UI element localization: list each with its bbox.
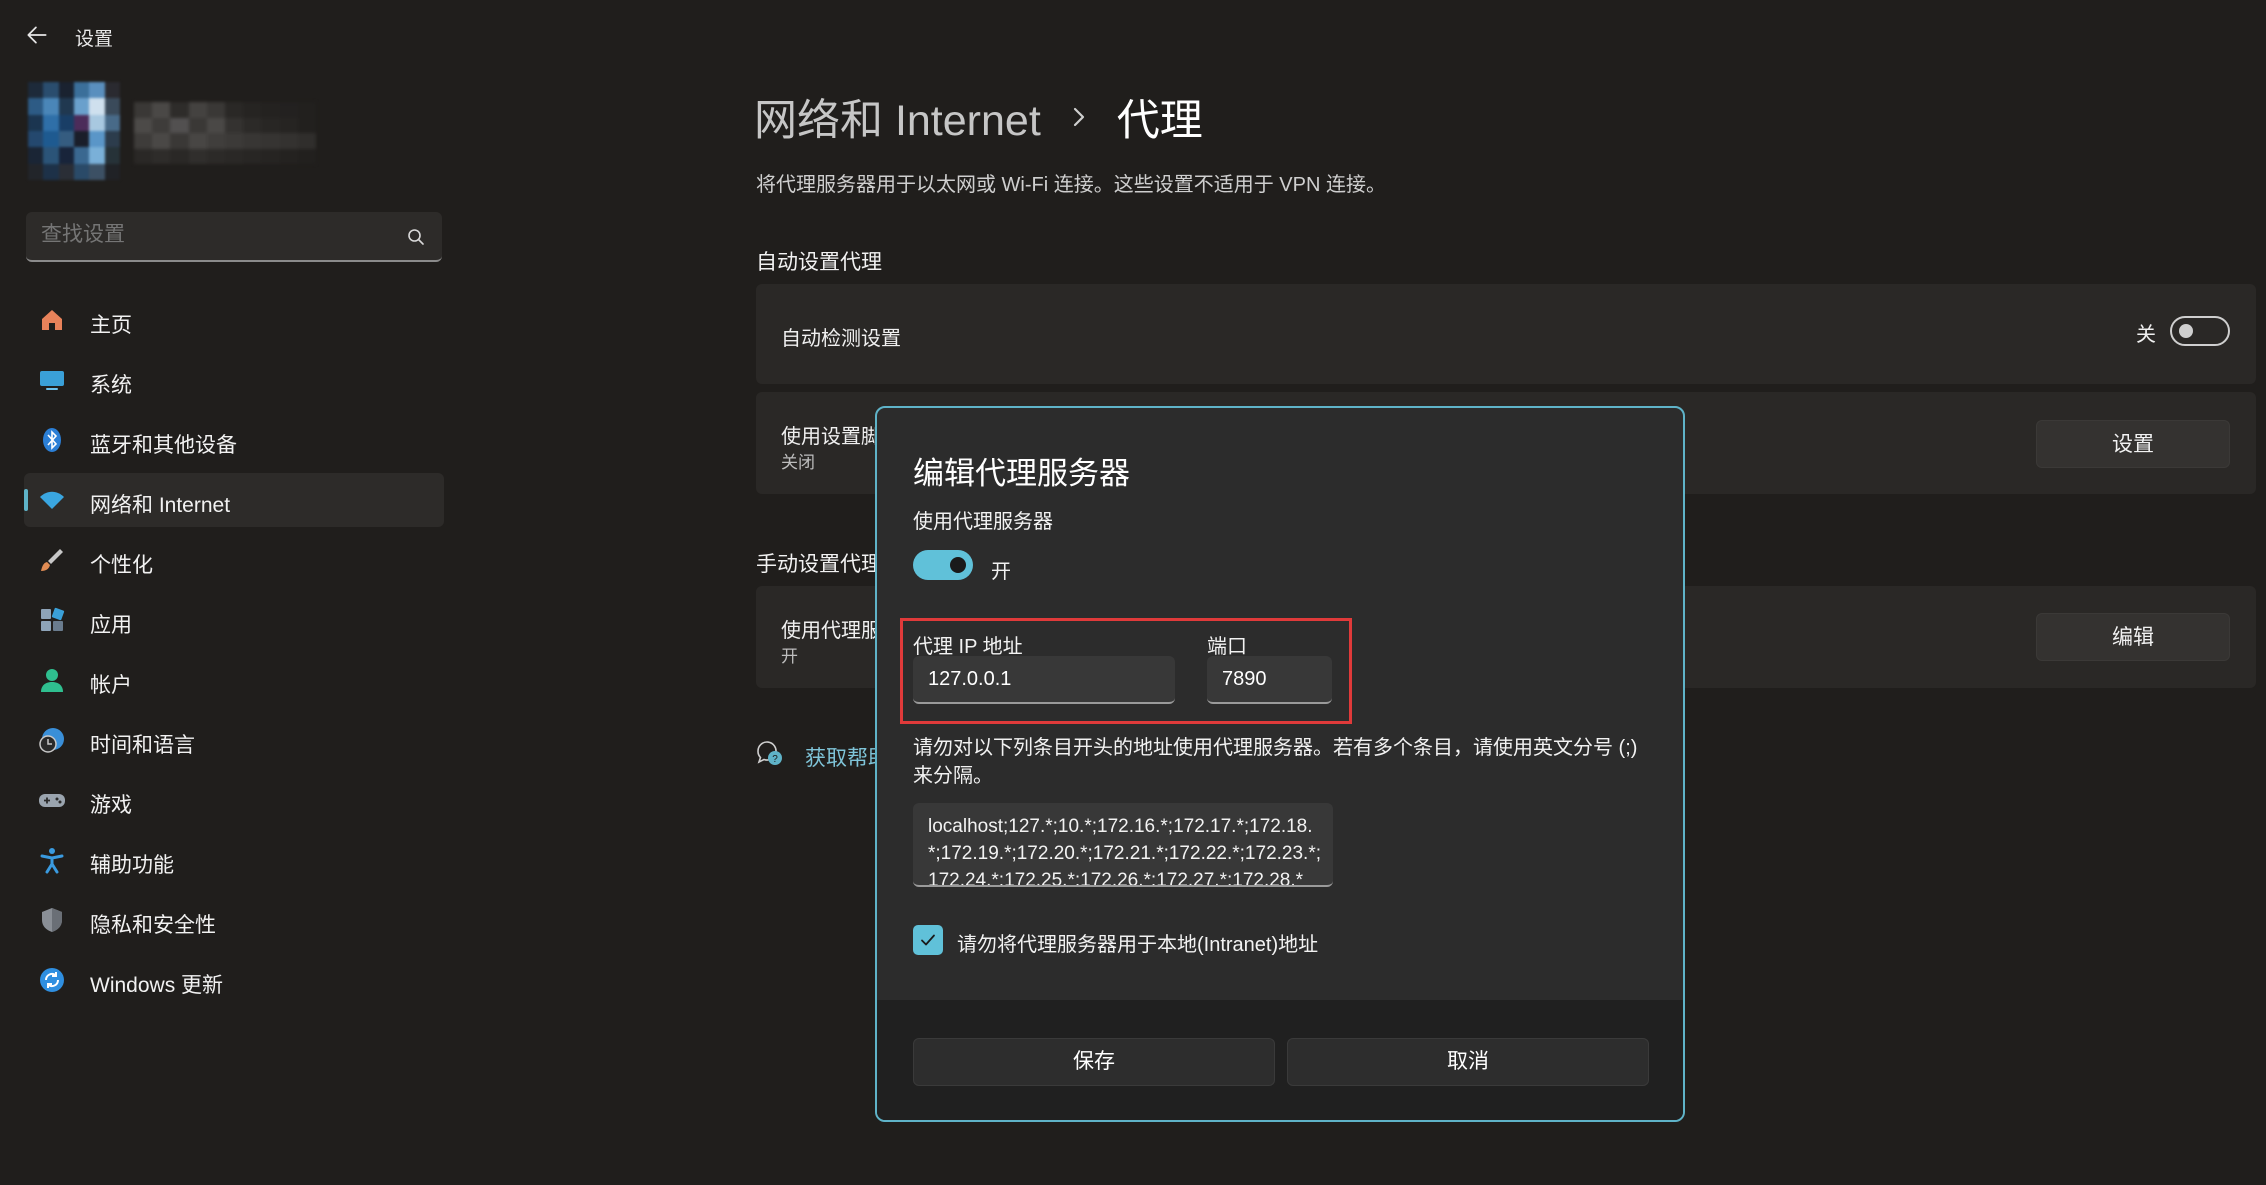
sidebar-item-privacy[interactable]: 隐私和安全性 (24, 893, 444, 947)
wifi-icon (40, 491, 64, 509)
search-input[interactable] (41, 223, 381, 247)
sidebar-item-accessibility[interactable]: 辅助功能 (24, 833, 444, 887)
get-help-link[interactable]: 获取帮助 (805, 742, 877, 772)
toggle-knob (2179, 324, 2193, 338)
port-input[interactable] (1207, 656, 1332, 704)
shield-icon (42, 908, 62, 932)
local-address-label: 请勿将代理服务器用于本地(Intranet)地址 (957, 934, 1319, 956)
sidebar-item-network[interactable]: 网络和 Internet (24, 473, 444, 527)
dialog-title: 编辑代理服务器 (913, 456, 1130, 491)
section-title-auto: 自动设置代理 (756, 251, 882, 274)
checkmark-icon (921, 934, 935, 946)
sidebar-item-windows-update[interactable]: Windows 更新 (24, 953, 444, 1007)
proxy-ip-input[interactable] (913, 656, 1175, 704)
manual-proxy-state: 开 (781, 647, 798, 666)
sidebar-item-label: 应用 (90, 614, 132, 637)
sidebar-item-label: 时间和语言 (90, 734, 195, 757)
windows-update-icon (40, 968, 64, 992)
avatar[interactable] (28, 82, 120, 180)
section-title-manual: 手动设置代理 (756, 553, 882, 576)
sidebar-item-label: 帐户 (90, 674, 132, 697)
search-icon[interactable] (406, 227, 426, 247)
apps-icon (41, 607, 65, 631)
sidebar-item-home[interactable]: 主页 (24, 293, 444, 347)
bluetooth-icon (43, 428, 61, 452)
dialog-footer: 保存 取消 (877, 1000, 1683, 1120)
sidebar-item-label: 系统 (90, 374, 132, 397)
edit-proxy-dialog: 编辑代理服务器 使用代理服务器 开 代理 IP 地址 端口 请勿对以下列条目开头… (875, 406, 1685, 1122)
auto-detect-card: 自动检测设置 关 (756, 284, 2256, 384)
setup-script-label: 使用设置脚 (781, 426, 881, 448)
chevron-right-icon (1073, 107, 1084, 127)
sidebar-item-label: 个性化 (90, 554, 153, 577)
page-title: 代理 (1116, 97, 1203, 145)
sidebar-item-accounts[interactable]: 帐户 (24, 653, 444, 707)
breadcrumb: 网络和 Internet 代理 (754, 86, 1203, 148)
proxy-ip-label: 代理 IP 地址 (913, 636, 1023, 658)
edit-button[interactable]: 编辑 (2036, 613, 2230, 661)
use-proxy-label: 使用代理服务器 (913, 511, 1053, 533)
exceptions-value: localhost;127.*;10.*;172.16.*;172.17.*;1… (928, 816, 1321, 887)
sidebar-item-apps[interactable]: 应用 (24, 593, 444, 647)
sidebar-item-bluetooth[interactable]: 蓝牙和其他设备 (24, 413, 444, 467)
app-title: 设置 (75, 29, 114, 50)
breadcrumb-parent[interactable]: 网络和 Internet (754, 86, 1041, 148)
local-address-checkbox[interactable] (913, 925, 943, 955)
page-description: 将代理服务器用于以太网或 Wi-Fi 连接。这些设置不适用于 VPN 连接。 (756, 174, 1386, 196)
sidebar-item-label: 蓝牙和其他设备 (90, 434, 237, 457)
use-proxy-state: 开 (991, 561, 1011, 583)
account-icon (41, 669, 63, 692)
sidebar-nav: 主页 系统 蓝牙和其他设备 网络和 Internet 个性化 应用 帐户 时间和… (24, 293, 444, 1013)
user-name-redacted (134, 102, 316, 164)
exceptions-textarea[interactable]: localhost;127.*;10.*;172.16.*;172.17.*;1… (913, 803, 1333, 887)
sidebar-item-label: 辅助功能 (90, 854, 174, 877)
selection-indicator (24, 489, 28, 511)
auto-detect-state: 关 (2136, 324, 2156, 346)
sidebar-item-label: Windows 更新 (90, 974, 224, 997)
exceptions-description: 请勿对以下列条目开头的地址使用代理服务器。若有多个条目，请使用英文分号 (;) … (913, 737, 1638, 787)
sidebar-item-label: 网络和 Internet (90, 494, 231, 517)
home-icon (42, 310, 62, 330)
sidebar-item-system[interactable]: 系统 (24, 353, 444, 407)
sidebar-item-label: 游戏 (90, 794, 132, 817)
back-arrow-icon[interactable] (24, 22, 50, 48)
setup-script-state: 关闭 (781, 453, 815, 472)
setup-button[interactable]: 设置 (2036, 420, 2230, 468)
sidebar-item-time-language[interactable]: 时间和语言 (24, 713, 444, 767)
svg-text:?: ? (772, 754, 778, 765)
toggle-knob (950, 557, 966, 573)
system-display-icon (40, 371, 64, 390)
sidebar-item-label: 主页 (90, 314, 132, 337)
time-language-icon (39, 728, 64, 753)
auto-detect-toggle[interactable] (2170, 316, 2230, 346)
manual-proxy-label: 使用代理服 (781, 620, 881, 642)
sidebar-item-personalization[interactable]: 个性化 (24, 533, 444, 587)
brush-icon (41, 549, 63, 571)
port-label: 端口 (1207, 636, 1247, 658)
cancel-button[interactable]: 取消 (1287, 1038, 1649, 1086)
save-button[interactable]: 保存 (913, 1038, 1275, 1086)
search-box[interactable] (26, 212, 442, 262)
accessibility-icon (40, 848, 64, 874)
help-icon: ? (757, 741, 782, 765)
sidebar-item-gaming[interactable]: 游戏 (24, 773, 444, 827)
use-proxy-toggle[interactable] (913, 550, 973, 580)
sidebar-item-label: 隐私和安全性 (90, 914, 216, 937)
gamepad-icon (39, 794, 65, 807)
auto-detect-label: 自动检测设置 (781, 328, 901, 350)
